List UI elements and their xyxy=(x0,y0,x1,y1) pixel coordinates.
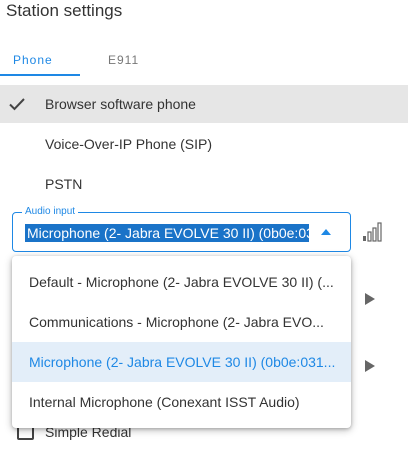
dropdown-option[interactable]: Default - Microphone (2- Jabra EVOLVE 30… xyxy=(12,262,351,302)
option-label: Voice-Over-IP Phone (SIP) xyxy=(45,136,213,152)
option-label: PSTN xyxy=(45,176,83,192)
dropdown-arrow-icon[interactable] xyxy=(320,227,332,237)
check-icon xyxy=(9,98,25,111)
tab-e911[interactable]: E911 xyxy=(108,53,139,67)
audio-input-dropdown: Default - Microphone (2- Jabra EVOLVE 30… xyxy=(12,256,351,428)
play-arrow-icon[interactable] xyxy=(365,293,375,305)
dropdown-option-selected[interactable]: Microphone (2- Jabra EVOLVE 30 II) (0b0e… xyxy=(12,342,351,382)
page-title: Station settings xyxy=(6,1,123,20)
audio-input-value[interactable]: Microphone (2- Jabra EVOLVE 30 II) (0b0e… xyxy=(25,224,309,242)
dropdown-option[interactable]: Internal Microphone (Conexant ISST Audio… xyxy=(12,382,351,422)
active-tab-indicator xyxy=(0,74,80,76)
option-browser-software-phone[interactable]: Browser software phone xyxy=(0,85,408,123)
play-arrow-icon[interactable] xyxy=(365,360,375,372)
option-pstn[interactable]: PSTN xyxy=(0,165,408,203)
audio-input-label: Audio input xyxy=(22,206,79,218)
option-label: Browser software phone xyxy=(45,96,196,112)
tab-bar: Phone E911 xyxy=(0,46,408,76)
tab-phone[interactable]: Phone xyxy=(13,53,53,67)
audio-input-select[interactable]: Microphone (2- Jabra EVOLVE 30 II) (0b0e… xyxy=(12,212,351,252)
dropdown-option[interactable]: Communications - Microphone (2- Jabra EV… xyxy=(12,302,351,342)
audio-level-icon xyxy=(363,222,382,242)
option-voip-sip[interactable]: Voice-Over-IP Phone (SIP) xyxy=(0,125,408,163)
